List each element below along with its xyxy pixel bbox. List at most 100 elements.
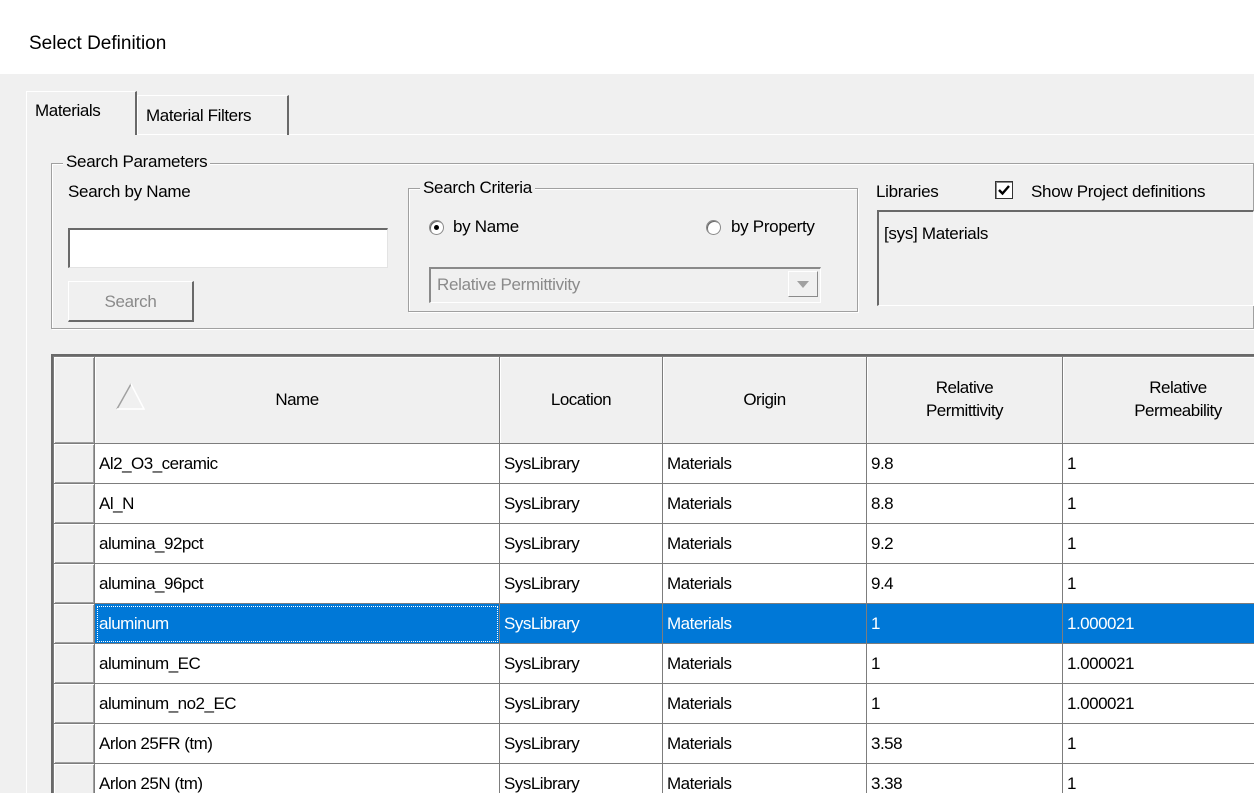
tab-material-filters[interactable]: Material Filters <box>137 95 289 135</box>
cell-relative-permittivity[interactable]: 1 <box>866 683 1063 724</box>
cell-location[interactable]: SysLibrary <box>499 603 663 644</box>
checkmark-icon <box>998 185 1010 196</box>
column-header-location-label: Location <box>550 389 612 409</box>
cell-relative-permittivity[interactable]: 8.8 <box>866 483 1063 524</box>
row-selector[interactable] <box>53 723 95 764</box>
column-header-relative-permittivity[interactable]: Relative Permittivity <box>866 356 1063 444</box>
cell-relative-permeability[interactable]: 1.000021 <box>1062 603 1254 644</box>
row-selector[interactable] <box>53 643 95 684</box>
sort-ascending-icon <box>116 383 145 410</box>
table-body: Al2_O3_ceramic SysLibrary Materials 9.8 1 Al_… <box>53 443 1254 793</box>
cell-origin[interactable]: Materials <box>662 763 867 793</box>
cell-relative-permittivity[interactable]: 9.8 <box>866 443 1063 484</box>
tab-materials[interactable]: Materials <box>26 91 137 135</box>
cell-name[interactable]: aluminum_EC <box>94 643 500 684</box>
chevron-down-icon[interactable] <box>788 271 818 297</box>
tab-panel-border-left <box>26 134 27 793</box>
cell-name[interactable]: Arlon 25N (tm) <box>94 763 500 793</box>
library-item[interactable]: [sys] Materials <box>884 224 988 244</box>
row-selector-header[interactable] <box>53 356 95 444</box>
cell-relative-permeability[interactable]: 1 <box>1062 763 1254 793</box>
row-selector[interactable] <box>53 763 95 793</box>
cell-name[interactable]: Arlon 25FR (tm) <box>94 723 500 764</box>
cell-location[interactable]: SysLibrary <box>499 723 663 764</box>
row-selector[interactable] <box>53 523 95 564</box>
cell-location[interactable]: SysLibrary <box>499 763 663 793</box>
cell-relative-permeability[interactable]: 1 <box>1062 523 1254 564</box>
cell-relative-permeability[interactable]: 1 <box>1062 483 1254 524</box>
table-row[interactable]: Arlon 25FR (tm) SysLibrary Materials 3.58 1 <box>53 723 1254 764</box>
table-row[interactable]: aluminum_EC SysLibrary Materials 1 1.000021 <box>53 643 1254 684</box>
cell-location[interactable]: SysLibrary <box>499 643 663 684</box>
cell-relative-permeability[interactable]: 1.000021 <box>1062 643 1254 684</box>
property-select[interactable]: Relative Permittivity <box>429 267 821 303</box>
table-row[interactable]: alumina_92pct SysLibrary Materials 9.2 1 <box>53 523 1254 564</box>
column-header-label-line1: Relative <box>1149 378 1207 398</box>
cell-name[interactable]: aluminum_no2_EC <box>94 683 500 724</box>
cell-relative-permittivity[interactable]: 3.38 <box>866 763 1063 793</box>
cell-name[interactable]: Al_N <box>94 483 500 524</box>
cell-relative-permittivity[interactable]: 9.4 <box>866 563 1063 604</box>
column-header-origin[interactable]: Origin <box>662 356 867 444</box>
cell-origin[interactable]: Materials <box>662 603 867 644</box>
libraries-label: Libraries <box>876 182 939 201</box>
cell-relative-permeability[interactable]: 1.000021 <box>1062 683 1254 724</box>
by-property-label: by Property <box>731 217 815 236</box>
show-project-definitions-checkbox[interactable] <box>995 181 1013 199</box>
table-row[interactable]: Al_N SysLibrary Materials 8.8 1 <box>53 483 1254 524</box>
by-name-radio[interactable] <box>429 220 444 235</box>
search-criteria-legend: Search Criteria <box>420 178 535 198</box>
libraries-list[interactable]: [sys] Materials <box>877 210 1254 306</box>
window-title: Select Definition <box>29 33 167 54</box>
table-row[interactable]: aluminum SysLibrary Materials 1 1.000021 <box>53 603 1254 644</box>
cell-relative-permeability[interactable]: 1 <box>1062 723 1254 764</box>
cell-location[interactable]: SysLibrary <box>499 523 663 564</box>
radio-selected-dot <box>434 225 439 230</box>
cell-origin[interactable]: Materials <box>662 523 867 564</box>
cell-name[interactable]: alumina_92pct <box>94 523 500 564</box>
cell-location[interactable]: SysLibrary <box>499 483 663 524</box>
search-by-name-input[interactable] <box>68 228 388 268</box>
cell-relative-permittivity[interactable]: 9.2 <box>866 523 1063 564</box>
cell-relative-permittivity[interactable]: 1 <box>866 603 1063 644</box>
header-row: Name Location Origin Relative Permittivi… <box>53 356 1254 444</box>
cell-origin[interactable]: Materials <box>662 483 867 524</box>
row-selector[interactable] <box>53 603 95 644</box>
column-header-name[interactable]: Name <box>94 356 500 444</box>
cell-relative-permeability[interactable]: 1 <box>1062 563 1254 604</box>
search-button[interactable]: Search <box>68 281 194 322</box>
cell-origin[interactable]: Materials <box>662 683 867 724</box>
cell-name[interactable]: aluminum <box>94 603 500 644</box>
cell-origin[interactable]: Materials <box>662 563 867 604</box>
cell-origin[interactable]: Materials <box>662 723 867 764</box>
column-header-name-label: Name <box>275 389 319 409</box>
column-header-location[interactable]: Location <box>499 356 663 444</box>
cell-name[interactable]: alumina_96pct <box>94 563 500 604</box>
by-name-label: by Name <box>453 217 519 236</box>
column-header-origin-label: Origin <box>743 389 786 409</box>
column-header-label-line2: Permittivity <box>925 401 1004 420</box>
table-row[interactable]: Arlon 25N (tm) SysLibrary Materials 3.38 1 <box>53 763 1254 793</box>
column-header-label-line1: Relative <box>935 378 994 398</box>
by-property-radio[interactable] <box>706 220 721 235</box>
cell-origin[interactable]: Materials <box>662 643 867 684</box>
cell-location[interactable]: SysLibrary <box>499 443 663 484</box>
table-row[interactable]: alumina_96pct SysLibrary Materials 9.4 1 <box>53 563 1254 604</box>
cell-relative-permeability[interactable]: 1 <box>1062 443 1254 484</box>
table-row[interactable]: Al2_O3_ceramic SysLibrary Materials 9.8 1 <box>53 443 1254 484</box>
row-selector[interactable] <box>53 683 95 724</box>
row-selector[interactable] <box>53 443 95 484</box>
row-selector[interactable] <box>53 483 95 524</box>
cell-location[interactable]: SysLibrary <box>499 563 663 604</box>
property-select-value: Relative Permittivity <box>437 275 580 294</box>
cell-relative-permittivity[interactable]: 1 <box>866 643 1063 684</box>
column-header-relative-permeability[interactable]: Relative Permeability <box>1062 356 1254 444</box>
materials-grid[interactable]: Name Location Origin Relative Permittivi… <box>51 354 1254 793</box>
cell-name[interactable]: Al2_O3_ceramic <box>94 443 500 484</box>
search-by-name-label: Search by Name <box>68 182 191 201</box>
cell-origin[interactable]: Materials <box>662 443 867 484</box>
cell-location[interactable]: SysLibrary <box>499 683 663 724</box>
table-row[interactable]: aluminum_no2_EC SysLibrary Materials 1 1.000… <box>53 683 1254 724</box>
cell-relative-permittivity[interactable]: 3.58 <box>866 723 1063 764</box>
row-selector[interactable] <box>53 563 95 604</box>
